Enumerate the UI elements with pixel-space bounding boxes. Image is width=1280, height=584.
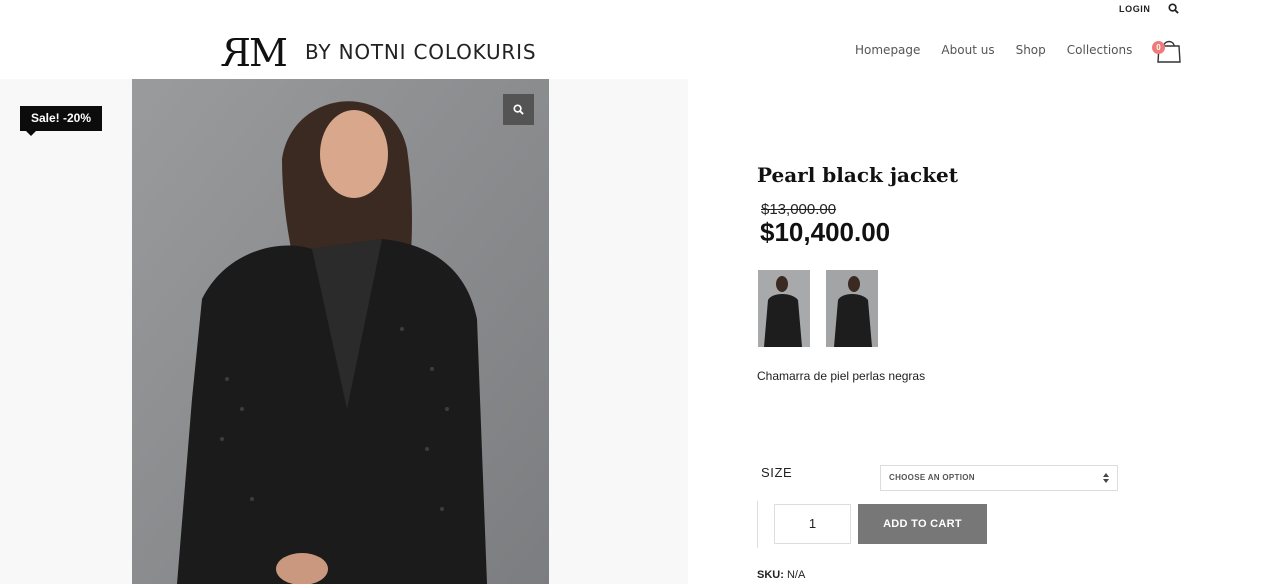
product-description: Chamarra de piel perlas negras <box>757 369 926 383</box>
cart-count-badge: 0 <box>1152 41 1165 54</box>
thumbnail-photo <box>758 270 810 347</box>
size-label: SIZE <box>761 465 793 480</box>
select-arrows-icon <box>1103 473 1109 483</box>
size-select[interactable]: CHOOSE AN OPTION <box>880 465 1118 491</box>
logo-monogram: R M <box>221 32 288 72</box>
top-utility-bar: LOGIN <box>0 0 1280 18</box>
add-to-cart-button[interactable]: ADD TO CART <box>858 504 987 544</box>
svg-text:R: R <box>221 32 251 72</box>
nav-collections[interactable]: Collections <box>1067 43 1133 57</box>
magnifier-icon <box>513 104 524 115</box>
sale-price: $10,400.00 <box>760 217 891 247</box>
nav-homepage[interactable]: Homepage <box>855 43 920 57</box>
login-link[interactable]: LOGIN <box>1119 4 1151 14</box>
size-select-value: CHOOSE AN OPTION <box>889 473 975 482</box>
product-main-image[interactable] <box>132 79 549 584</box>
brand-logo[interactable]: R M BY NOTNI COLOKURIS <box>221 32 536 72</box>
thumbnail-photo <box>826 270 878 347</box>
svg-text:M: M <box>249 32 288 72</box>
zoom-button[interactable] <box>503 94 534 125</box>
sku-value: N/A <box>786 569 806 581</box>
nav-shop[interactable]: Shop <box>1016 43 1046 57</box>
sku-label: SKU: <box>757 569 784 581</box>
product-title: Pearl black jacket <box>757 163 959 187</box>
product-thumbnail-1[interactable] <box>758 270 810 347</box>
sale-badge: Sale! -20% <box>20 106 103 136</box>
main-navigation: Homepage About us Shop Collections <box>855 43 1153 57</box>
original-price: $13,000.00 <box>761 201 837 218</box>
divider <box>757 501 758 548</box>
sku-line: SKU: N/A <box>757 569 805 581</box>
search-icon[interactable] <box>1168 3 1179 14</box>
model-photo-placeholder <box>132 79 549 584</box>
brand-name: BY NOTNI COLOKURIS <box>305 40 537 64</box>
product-thumbnail-2[interactable] <box>826 270 878 347</box>
nav-about-us[interactable]: About us <box>941 43 994 57</box>
quantity-input[interactable]: 1 <box>774 504 851 544</box>
